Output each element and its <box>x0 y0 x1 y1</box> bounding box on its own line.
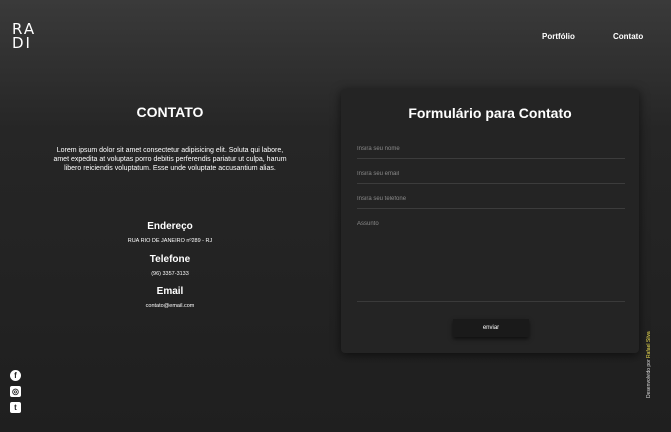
email-value: contato@email.com <box>145 303 195 309</box>
logo-line-2: DI <box>12 34 32 52</box>
contact-form-card: Formulário para Contato enviar <box>341 89 639 353</box>
credit-author-link[interactable]: Rafael Silva <box>646 331 652 358</box>
facebook-icon[interactable]: f <box>10 370 21 381</box>
phone-input[interactable] <box>357 196 625 209</box>
email-block: Email contato@email.com <box>40 286 300 309</box>
logo[interactable]: RA DI <box>12 22 40 52</box>
address-title: Endereço <box>147 221 193 232</box>
submit-button[interactable]: enviar <box>453 319 529 337</box>
email-input[interactable] <box>357 171 625 184</box>
credit-text: Desenvolvido por Rafael Silva <box>646 331 652 398</box>
nav-contato-link[interactable]: Contato <box>613 32 643 41</box>
address-value: RUA RIO DE JANEIRO nº289 - RJ <box>127 238 213 244</box>
name-input[interactable] <box>357 146 625 159</box>
email-title: Email <box>156 286 184 297</box>
credit-prefix: Desenvolvido por <box>646 359 652 398</box>
phone-value: (96) 3357-3133 <box>151 271 189 277</box>
nav-portfolio-link[interactable]: Portfólio <box>542 32 575 41</box>
instagram-icon[interactable]: ◎ <box>10 386 21 397</box>
contact-description: Lorem ipsum dolor sit amet consectetur a… <box>53 147 287 172</box>
address-block: Endereço RUA RIO DE JANEIRO nº289 - RJ <box>40 221 300 244</box>
form-title: Formulário para Contato <box>408 105 572 121</box>
twitter-icon[interactable]: t <box>10 402 21 413</box>
contact-info-section: CONTATO Lorem ipsum dolor sit amet conse… <box>40 104 300 173</box>
subject-textarea[interactable] <box>357 221 625 302</box>
phone-title: Telefone <box>149 254 191 265</box>
contact-title: CONTATO <box>136 104 204 120</box>
phone-block: Telefone (96) 3357-3133 <box>40 254 300 277</box>
